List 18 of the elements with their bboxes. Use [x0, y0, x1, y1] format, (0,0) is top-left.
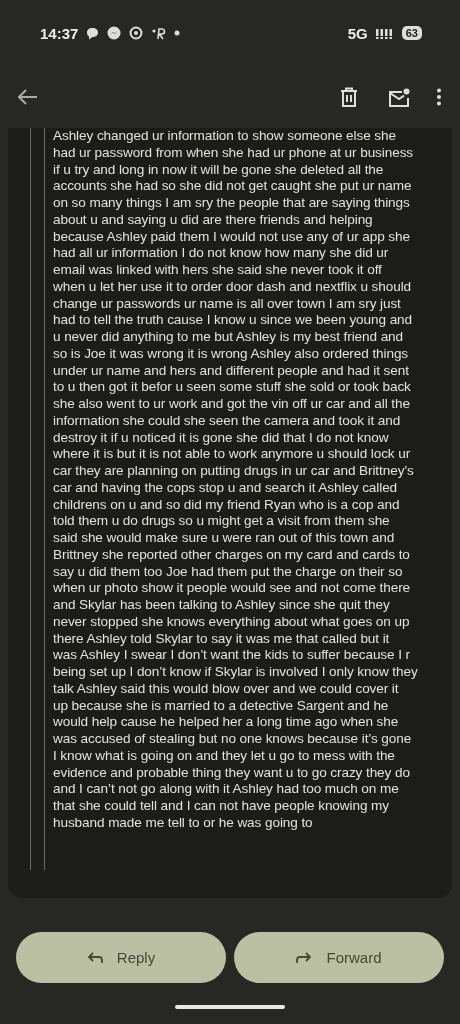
signal-icon: [375, 27, 394, 39]
messenger-icon: [107, 26, 122, 40]
network-type: 5G: [347, 24, 368, 42]
app-r-icon: [151, 26, 167, 40]
chat-bubble-icon: [86, 26, 100, 40]
trash-icon[interactable]: [340, 87, 358, 107]
back-arrow-icon[interactable]: [18, 89, 38, 105]
more-options-icon[interactable]: [436, 88, 442, 106]
browser-icon: [129, 26, 144, 40]
reply-button[interactable]: Reply: [16, 932, 226, 983]
battery-level: 63: [401, 26, 422, 40]
reply-arrow-icon: [86, 951, 103, 964]
clock-time: 14:37: [40, 24, 79, 42]
forward-button[interactable]: Forward: [234, 932, 444, 983]
forward-arrow-icon: [296, 951, 313, 964]
quoted-message: Ashley changed ur information to show someone else she had ur password from when she had ur phone at ur business if u try and long in now it will be gone she deleted all the accounts she had so she did not get caught she put ur name on so many things I am sry the people that are saying things about u and saying u did are there friends and helping because Ashley paid them I would not use any of ur app she had all ur information I do not know how many she did ur email was linked with hers she said she never took it off when u let her use it to order door dash and nextflix u should change ur passwords ur name is all over town I am sry just had to tell the truth cause I know u since we been young and u never did anything to me but Ashley is my best friend and so is Joe it was wrong it is wrong Ashley also ordered things under ur name and hers and different people and had it sent to u then got it befor u seen some stuff she sold or took back she also went to ur work and got the vin off ur car and all the information she could she seen the camera and took it and destroy it if u noticed it is gone she did that I do not know where it is but it is not able to work anymore u should lock ur car they are planning on putting drugs in ur car and Brittney’s car and having the cops stop u and search it Ashley called childrens on u and so did my friend Ryan who is a cop and told them u do drugs so u might get a visit from them she said she would make sure u were ran out of this town and Brittney she reported other charges on my card and cards to say u did them too Joe had them put the charge on their so when ur photo show it people would see and not come there and Skylar has been talking to Ashley since she quit they never stopped she knows everything about what goes on up there Ashley told Skylar to say it was me that called but it was Ashley I swear I don’t want the kids to suffer because I r being set up I don’t know if Skylar is involved I only know they talk Ashley said this would blow over and we could cover it up because she is married to a detective Sargent and he would help cause he helped her a long time ago when she was accused of stealing but no one knows because it’s gone I know what is going on and they let u go to mess with the evidence and probable thing they want u to go crazy they do and I can’t not go along with it Ashley had too much on me that she could tell and I can not have people knowing my husband made me tell to or he was going to: [53, 128, 418, 832]
dot-icon: [174, 30, 181, 36]
mail-unread-icon[interactable]: [388, 87, 410, 107]
